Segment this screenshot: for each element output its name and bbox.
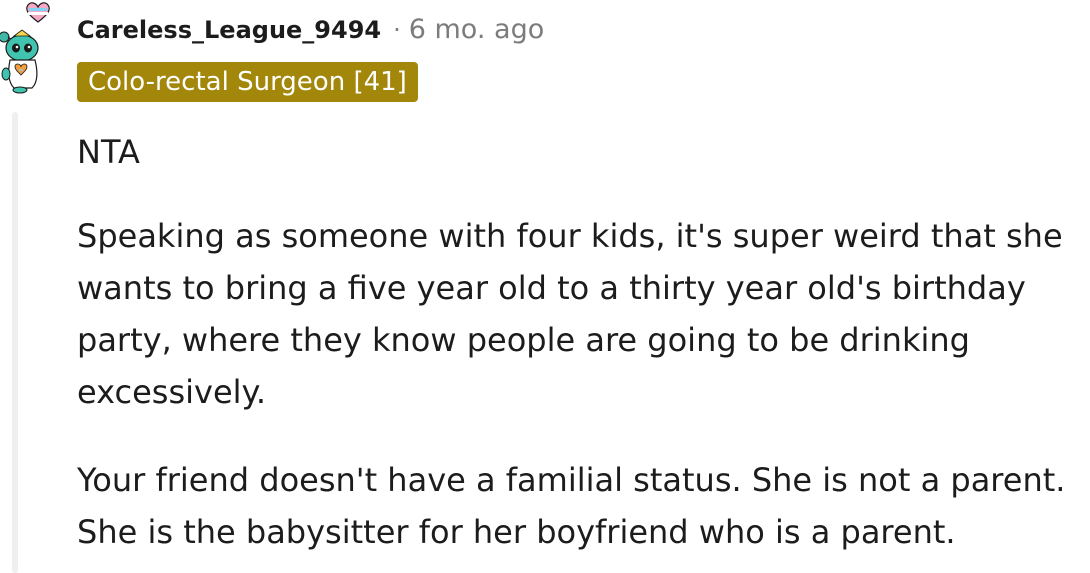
comment-line: excessively. <box>77 373 267 411</box>
comment-paragraph: Your friend doesn't have a familial stat… <box>77 454 1089 558</box>
comment-paragraph: NTA <box>77 130 1089 174</box>
comment-line: Speaking as someone with four kids, it's… <box>77 217 1063 255</box>
username-link[interactable]: Careless_League_9494 <box>77 16 381 44</box>
thread-collapse-line[interactable] <box>12 112 18 573</box>
comment: Careless_League_9494 · 6 mo. ago Colo-re… <box>0 0 1090 573</box>
separator-dot: · <box>393 15 401 44</box>
comment-line: She is the babysitter for her boyfriend … <box>77 513 956 551</box>
comment-line: party, where they know people are going … <box>77 321 970 359</box>
comment-line: NTA <box>77 133 140 171</box>
comment-body: NTA Speaking as someone with four kids, … <box>77 130 1089 558</box>
snoo-avatar-icon[interactable] <box>0 0 58 96</box>
comment-line: Your friend doesn't have a familial stat… <box>77 461 1066 499</box>
comment-paragraph: Speaking as someone with four kids, it's… <box>77 210 1089 418</box>
comment-header: Careless_League_9494 · 6 mo. ago <box>77 14 544 45</box>
user-flair: Colo-rectal Surgeon [41] <box>77 62 418 102</box>
timestamp[interactable]: 6 mo. ago <box>409 14 544 45</box>
comment-line: wants to bring a five year old to a thir… <box>77 269 1026 307</box>
